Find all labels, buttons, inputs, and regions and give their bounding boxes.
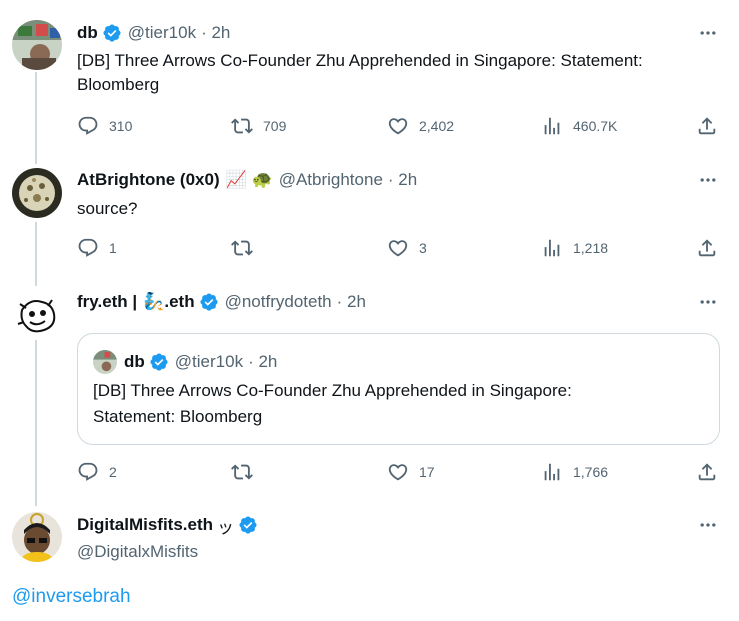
tweet-header: AtBrightone (0x0) 📈 🐢 @Atbrightone · 2h <box>77 168 417 192</box>
reply-icon <box>78 116 98 135</box>
like-count: 17 <box>419 464 435 480</box>
views-button[interactable]: 1,218 <box>541 237 608 259</box>
tweet-actions: 2 17 1,766 <box>77 461 727 485</box>
avatar[interactable] <box>12 290 62 340</box>
views-icon <box>544 463 560 481</box>
retweet-icon <box>231 464 253 480</box>
author-name[interactable]: AtBrightone (0x0) <box>77 170 220 190</box>
reply-icon <box>78 238 98 257</box>
tweet-header: db @tier10k · 2h <box>77 21 230 45</box>
author-name-suffix: .eth <box>164 292 195 311</box>
like-button[interactable]: 2,402 <box>387 115 454 137</box>
name-glyph: ッ <box>217 517 235 537</box>
verified-badge-icon <box>199 292 219 312</box>
share-button[interactable] <box>696 237 718 259</box>
like-button[interactable]: 3 <box>387 237 427 259</box>
author-handle[interactable]: @Atbrightone <box>279 170 383 190</box>
quote-text: [DB] Three Arrows Co-Founder Zhu Apprehe… <box>93 381 572 426</box>
author-handle[interactable]: @tier10k <box>128 23 196 43</box>
reply-count: 310 <box>109 118 133 134</box>
retweet-button[interactable] <box>231 237 253 259</box>
share-button[interactable] <box>696 461 718 483</box>
name-emoji: 🧞 <box>143 292 165 311</box>
reply-button[interactable]: 310 <box>77 115 132 137</box>
reply-icon <box>78 462 98 481</box>
share-icon <box>698 239 716 257</box>
timestamp[interactable]: · 2h <box>388 170 417 190</box>
views-icon <box>544 239 560 257</box>
quote-author-handle: @tier10k <box>174 352 244 371</box>
author-handle-row: @DigitalxMisfits <box>77 540 198 564</box>
like-count: 3 <box>419 240 427 256</box>
author-handle[interactable]: @DigitalxMisfits <box>77 542 198 562</box>
more-options-icon[interactable] <box>697 22 719 44</box>
tweet[interactable]: fry.eth | 🧞 .eth @notfrydoteth · 2h db @… <box>0 280 739 500</box>
tweet[interactable]: db @tier10k · 2h [DB] Three Arrows Co-Fo… <box>0 0 739 160</box>
verified-badge-icon <box>238 515 258 535</box>
tweet-header: fry.eth | 🧞 .eth @notfrydoteth · 2h <box>77 290 366 314</box>
tweet-actions: 1 3 1,218 <box>77 237 727 261</box>
quote-avatar <box>93 350 117 374</box>
retweet-icon <box>231 118 253 134</box>
quoted-tweet[interactable]: db @tier10k · 2h [DB] Three Arrows Co-Fo… <box>77 333 720 445</box>
tweet-text: source? <box>77 199 138 218</box>
author-name[interactable]: db <box>77 23 98 43</box>
retweet-button[interactable] <box>231 461 253 483</box>
avatar[interactable] <box>12 20 62 70</box>
reply-button[interactable]: 2 <box>77 461 117 483</box>
mention-link[interactable]: @inversebrah <box>12 586 131 608</box>
retweet-count: 709 <box>263 118 287 134</box>
author-handle[interactable]: @notfrydoteth <box>225 292 332 312</box>
verified-badge-icon <box>149 352 169 372</box>
tweet-header: DigitalMisfits.eth ッ <box>77 513 258 537</box>
reply-count: 2 <box>109 464 117 480</box>
views-count: 1,766 <box>573 464 609 480</box>
avatar[interactable] <box>12 168 62 218</box>
views-count: 460.7K <box>573 118 618 134</box>
name-emoji: 📈 🐢 <box>225 170 273 189</box>
reply-count: 1 <box>109 240 117 256</box>
quote-author-name: db <box>124 352 145 371</box>
timestamp[interactable]: · 2h <box>201 23 230 43</box>
views-count: 1,218 <box>573 240 609 256</box>
heart-icon <box>388 118 408 135</box>
like-button[interactable]: 17 <box>387 461 435 483</box>
quote-header: db @tier10k · 2h <box>124 350 277 374</box>
tweet[interactable]: DigitalMisfits.eth ッ @DigitalxMisfits @i… <box>0 500 739 621</box>
views-button[interactable]: 1,766 <box>541 461 608 483</box>
heart-icon <box>388 240 408 257</box>
quote-timestamp: · 2h <box>248 352 278 371</box>
more-options-icon[interactable] <box>697 514 719 536</box>
like-count: 2,402 <box>419 118 455 134</box>
tweet-actions: 310 709 2,402 460.7K <box>77 115 727 139</box>
retweet-icon <box>231 240 253 256</box>
author-name[interactable]: fry.eth | <box>77 292 137 312</box>
heart-icon <box>388 464 408 481</box>
avatar[interactable] <box>12 512 62 562</box>
views-icon <box>544 117 560 135</box>
more-options-icon[interactable] <box>697 169 719 191</box>
verified-badge-icon <box>102 23 122 43</box>
reply-button[interactable]: 1 <box>77 237 117 259</box>
tweet-text: [DB] Three Arrows Co-Founder Zhu Apprehe… <box>77 51 643 94</box>
author-name[interactable]: DigitalMisfits.eth <box>77 515 213 535</box>
timestamp[interactable]: · 2h <box>337 292 366 312</box>
more-options-icon[interactable] <box>697 291 719 313</box>
tweet[interactable]: AtBrightone (0x0) 📈 🐢 @Atbrightone · 2h … <box>0 160 739 280</box>
share-icon <box>698 117 716 135</box>
views-button[interactable]: 460.7K <box>541 115 617 137</box>
share-icon <box>698 463 716 481</box>
share-button[interactable] <box>696 115 718 137</box>
retweet-button[interactable]: 709 <box>231 115 286 137</box>
